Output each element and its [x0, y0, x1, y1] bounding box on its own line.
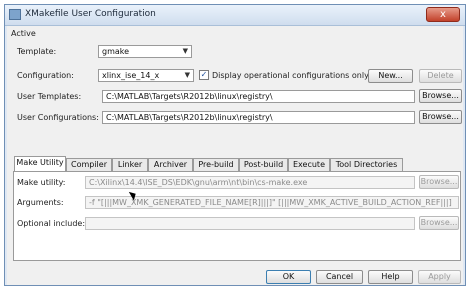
arguments-field[interactable]: -f "[|||MW_XMK_GENERATED_FILE_NAME[R]|||…: [85, 196, 459, 209]
optional-include-field[interactable]: [85, 217, 415, 230]
optional-include-label: Optional include:: [17, 219, 86, 228]
configuration-select[interactable]: xlinx_ise_14_x ▼: [98, 69, 194, 82]
active-heading: Active: [11, 29, 36, 38]
help-button[interactable]: Help: [368, 270, 413, 284]
delete-button[interactable]: Delete: [419, 69, 462, 83]
dialog-body: Active Template: gmake ▼ Configuration: …: [7, 26, 463, 285]
cancel-button[interactable]: Cancel: [316, 270, 363, 284]
tab-archiver[interactable]: Archiver: [148, 158, 193, 171]
optional-include-browse-button[interactable]: Browse...: [419, 216, 459, 230]
apply-button[interactable]: Apply: [418, 270, 461, 284]
close-button[interactable]: x: [426, 7, 460, 22]
new-button[interactable]: New...: [368, 69, 413, 83]
display-operational-checkbox[interactable]: ✓: [199, 70, 209, 80]
template-select-value: gmake: [102, 47, 130, 56]
template-label: Template:: [17, 47, 57, 56]
make-utility-browse-button[interactable]: Browse...: [419, 175, 459, 189]
template-select[interactable]: gmake ▼: [98, 45, 192, 58]
tab-make-utility[interactable]: Make Utility: [14, 156, 66, 172]
make-utility-label: Make utility:: [17, 178, 66, 187]
dropdown-arrow-icon: ▼: [182, 47, 188, 55]
arguments-label: Arguments:: [17, 198, 64, 207]
user-configurations-browse-button[interactable]: Browse...: [419, 110, 462, 124]
tab-execute[interactable]: Execute: [288, 158, 330, 171]
app-icon: [9, 9, 21, 20]
tab-post-build[interactable]: Post-build: [239, 158, 288, 171]
tab-tool-directories[interactable]: Tool Directories: [330, 158, 403, 171]
configuration-select-value: xlinx_ise_14_x: [102, 71, 160, 80]
user-configurations-field[interactable]: C:\MATLAB\Targets\R2012b\linux\registry\: [102, 111, 415, 124]
title-bar[interactable]: XMakefile User Configuration x: [5, 5, 465, 26]
tab-pre-build[interactable]: Pre-build: [193, 158, 239, 171]
display-operational-label: Display operational configurations only: [212, 71, 369, 80]
window-title: XMakefile User Configuration: [25, 9, 156, 19]
dialog-window: XMakefile User Configuration x Active Te…: [4, 4, 466, 286]
user-templates-label: User Templates:: [17, 92, 82, 101]
user-templates-browse-button[interactable]: Browse...: [419, 89, 462, 103]
dropdown-arrow-icon: ▼: [184, 71, 190, 79]
user-templates-field[interactable]: C:\MATLAB\Targets\R2012b\linux\registry\: [102, 90, 415, 103]
tab-compiler[interactable]: Compiler: [66, 158, 112, 171]
user-configurations-label: User Configurations:: [17, 113, 99, 122]
configuration-label: Configuration:: [17, 71, 74, 80]
make-utility-field[interactable]: C:\Xilinx\14.4\ISE_DS\EDK\gnu\arm\nt\bin…: [85, 176, 415, 189]
ok-button[interactable]: OK: [266, 270, 311, 284]
tab-linker[interactable]: Linker: [112, 158, 148, 171]
